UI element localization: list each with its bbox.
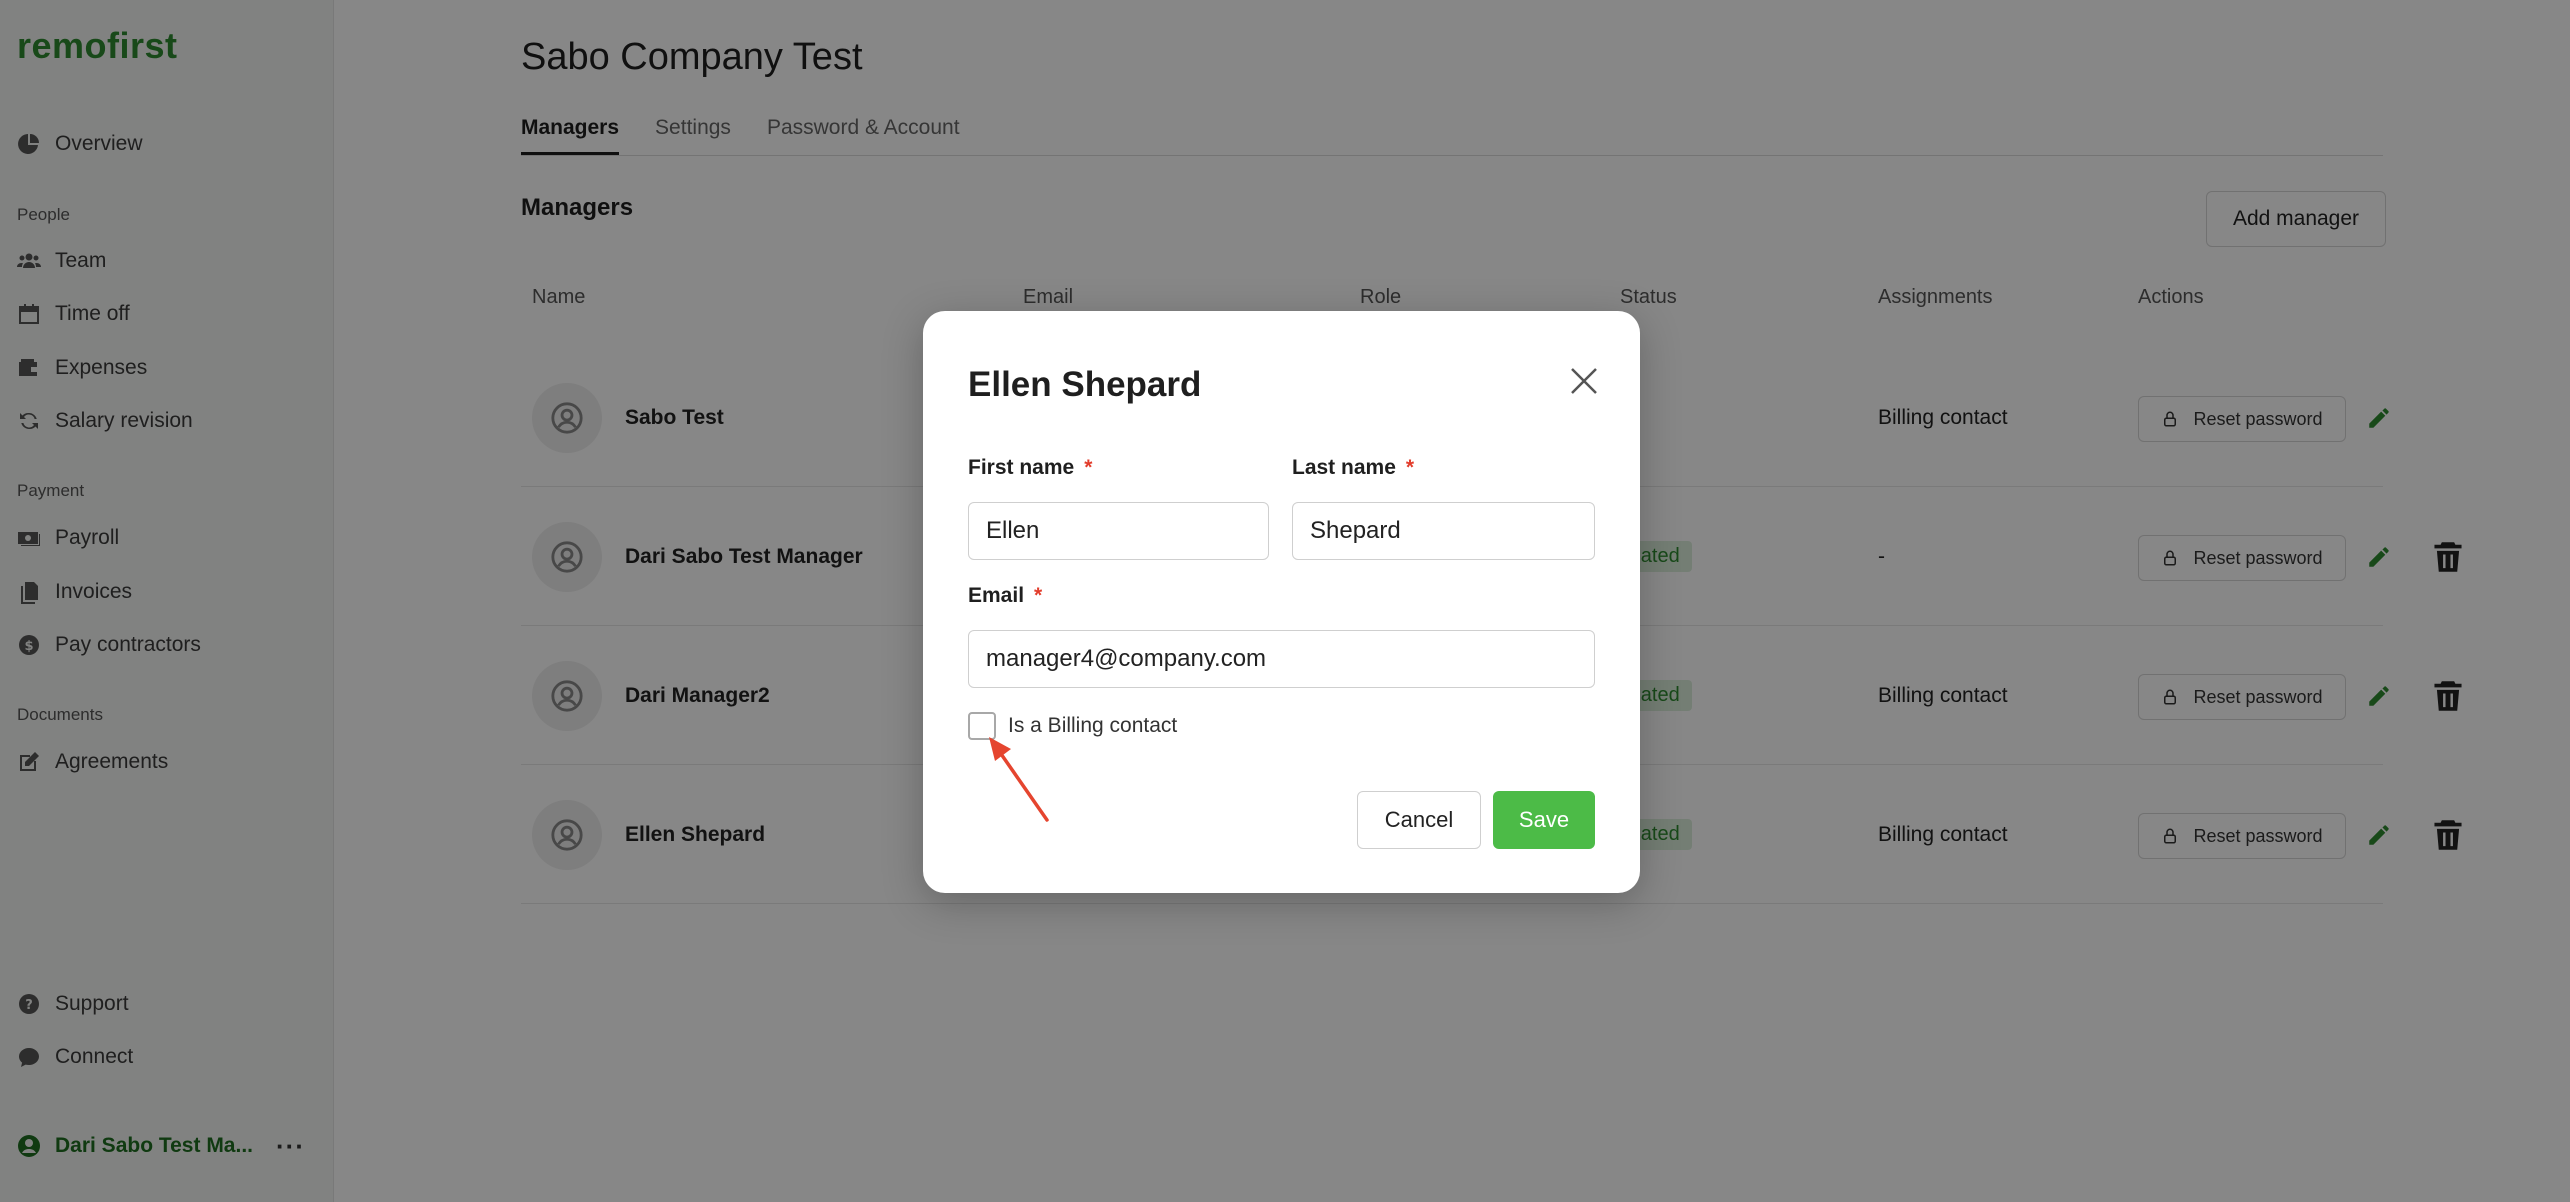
required-mark: *: [1084, 456, 1093, 479]
cancel-button[interactable]: Cancel: [1357, 791, 1481, 849]
email-label: Email *: [968, 584, 1042, 608]
billing-contact-label[interactable]: Is a Billing contact: [1008, 714, 1177, 738]
billing-contact-checkbox[interactable]: [968, 712, 996, 740]
save-button[interactable]: Save: [1493, 791, 1595, 849]
billing-contact-option[interactable]: Is a Billing contact: [968, 712, 1177, 740]
last-name-label: Last name *: [1292, 456, 1414, 480]
last-name-input[interactable]: [1292, 502, 1595, 560]
close-icon[interactable]: [1566, 363, 1602, 399]
first-name-label-text: First name: [968, 456, 1075, 479]
app-root: remofirst Overview People Team Time off …: [0, 0, 2570, 1202]
required-mark: *: [1405, 456, 1415, 479]
required-mark: *: [1034, 584, 1043, 607]
dialog-title: Ellen Shepard: [968, 365, 1202, 404]
email-label-text: Email: [968, 584, 1025, 607]
first-name-input[interactable]: [968, 502, 1269, 560]
first-name-label: First name *: [968, 456, 1092, 480]
email-input[interactable]: [968, 630, 1595, 688]
edit-manager-dialog: Ellen Shepard First name * Last name * Ema…: [923, 311, 1640, 893]
last-name-label-text: Last name: [1292, 456, 1396, 479]
